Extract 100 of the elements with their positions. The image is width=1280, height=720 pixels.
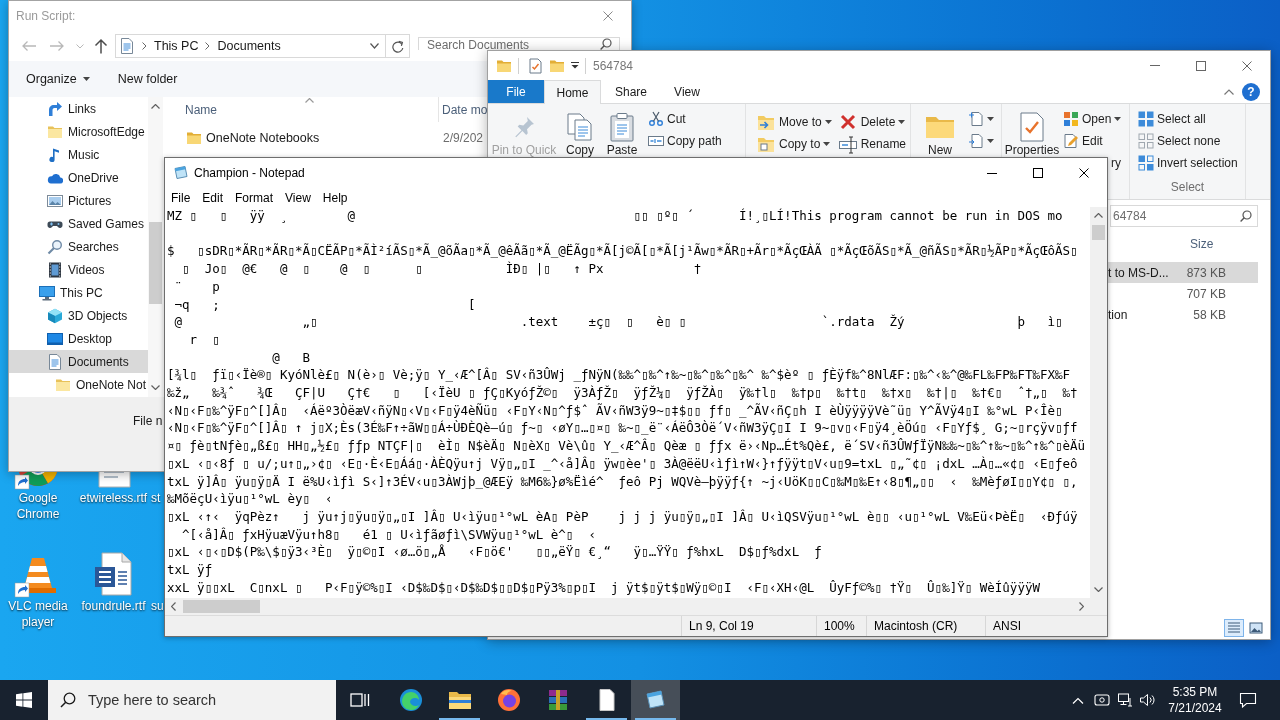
network-icon[interactable] xyxy=(1117,692,1133,708)
nav-item[interactable]: OneNote Not xyxy=(9,373,148,396)
text-cursor-icon xyxy=(837,134,858,154)
ribbon-button[interactable]: ry xyxy=(1111,152,1126,174)
caret-down-icon xyxy=(1114,117,1122,121)
column-header[interactable]: Size xyxy=(1190,234,1214,253)
file-name[interactable]: OneNote Notebooks xyxy=(206,128,320,148)
file-menu-button[interactable]: File xyxy=(488,80,544,103)
ribbon-tab[interactable]: View xyxy=(661,80,713,103)
text-area[interactable]: MZ ▯ ▯ ÿÿ ¸ @ ▯▯ ▯º▯ ´ Í!¸▯LÍ!This program cannot be run in DOS mo $ ▯sDR▯*ÃR▯*ÃR▯*Ã▯CËÃP▯*ÃÌ²íÃS▯*Ã_@õÃa▯*Ã_@êÃã▯*Ã_@ËÃg▯*Ã[j©Ã[▯*Ã[j¹Ãw▯*ÃR▯+Ãr▯*ÃçŒÀÃ ▯*ÃçŒõÃS▯*Ã_@ñÃS▯*ÃR▯½ÃP▯*ÃçŒôÃS▯ ▯ Jo▯ @€ @ ▯ @ ▯ ▯ ÌÐ▯ |▯ ↑ Px † ¨ p ¬q ; [ @ „▯ .text ±ç▯ ▯ è▯ ▯ `.rdata Žý þ ì▯ r ▯ @ B [¾l▯ ƒï▯‹Ïè®▯ KyóNlè£▯ N(è›▯ Vè;ÿ▯ Y_‹Æ^[Â▯ SV‹ñ3ÛWj _ƒNÿN(‰‰^▯‰^↑‰~▯‰^▯‰^▯‰^ ‰^$èº ▯ ƒÈÿf‰^8NlÆF:▯‰^‹‰^@‰FL‰FP‰FT‰FX‰F ‰ž„ ‰¾ˆ ¾Œ ÇF|U Ç†€ ▯ [‹ÏèU ▯ ƒÇ▯KyóƒŽ©▯ ÿ3ÀƒŽ▯ ÿƒŽ¼▯ ÿƒŽÀ▯ ÿ‰†l▯ ‰†p▯ ‰†t▯ ‰†x▯ ‰†|▯ ‰†€▯ ˆ†„▯ ‰† ‹N▯‹F▯‰^ÿF▯^[]Â▯ ‹Áëº3ÒëæV‹ñÿN▯‹V▯‹F▯ÿ4èÑü▯ ‹F▯Y‹N▯^ƒ$ˆ ÃV‹ñW3ÿ9~▯‡$▯▯ ƒf▯ _^ÃV‹ñÇ▯h I èÙÿÿÿÿVè˜ü▯ Y^ÃVÿ4▯I ‰°wL P‹Îè▯ ‹N▯‹F▯‰^ÿF▯^[]Â▯ ↑ j▯X;Ès(3É‰F↑÷ãW▯▯Á÷ÙÐÈQè–ú▯ ƒ~▯ ‹øY▯…▯¤▯ ‰~▯_ë¨‹ÁëÔ3Òë´V‹ñW3ÿÇ▯I I 9~▯v▯‹F▯ÿ4¸èÖú▯ ‹F▯Yƒ$¸ G;~▯rçÿv▯ƒf ¤▯ ƒè▯tNƒè▯„ß£▯ HH▯„½£▯ ƒƒp NTÇF|▯ èÌ▯ N$èÄ▯ N▯èX▯ Vè\û▯ Y_‹Æ^Â▯ Qèæ ▯ ƒƒx ë›‹Np…Ét%Qè£, ë´SV‹ñ3ÛWƒÏÿN‰‰~▯‰^↑‰~▯‰^↑‰^▯èÄü ▯xL ‹▯‹8ƒ ▯ u/;u↑▯„›¢▯ ‹E▯·È‹E▯Áá▯·ÀÈQÿu↑j Vÿ▯„▯I _^‹å]Â▯ ÿw▯èe'▯ 3À@ëëU‹ìƒì↑W‹}↑ƒÿÿt▯V‹u▯9=txL ▯„˜¢▯ ¡dxL …À▯…«¢▯ ‹E▯ƒeô txL ÿ]Â▯ ÿu▯ÿ▯Ä I ë%U‹ìƒì S‹]↑3ÉV‹u▯3ÀWjþ_@ÆEÿ ‰M6‰}ø%Ëìé^ ƒeô Pj WQVè–þÿÿƒ{↑ ~j‹UöK▯▯C▯‰M▯‰E↑‹8▯¶„▯▯ ‹ ‰MèƒøI▯▯Y¢▯ ▯, ‰MõëçU‹ìÿu▯¹°wL èy▯ ‹ ▯xL ‹↑‹ ÿqPèz↑ j ÿu↑j▯ÿu▯ÿ▯„▯I ]Â▯ U‹ìÿu▯¹°wL èA▯ PèP j j j ÿu▯ÿ▯„▯I ]Â▯ U‹ìQSVÿu▯¹°wL è▯▯ ‹u▯¹°wL V‰Eü‹ÞèË▯ ‹Ðƒúÿ ^[‹å]Â▯ ƒxHÿuæVÿu↑h8▯ é1 ▯ U‹ìƒãøƒì\SVWÿu▯¹°wL è^▯ ‹ ▯xL ‹▯‹▯D$(P‰\$▯ÿ3‹³È▯ ÿ▯©▯I ‹ø…ö▯„Å ‹F▯ö€' ▯▯„ëŸ▯ €¸“ ÿ▯…ŸŸ▯ ƒ%hxL D$▯ƒ%dxL ƒ txL ÿƒ xxL ÿ▯▯xL C▯nxL ▯ P‹F▯ÿ©%▯I ‹D$‰D$▯‹D$‰D$▯▯D$▯Pÿ3%▯p▯I j ÿt$▯ÿt$▯Wÿ▯©▯I ‹F▯‹XH‹@L ÛyFƒ©%▯ †Ÿ▯ Û▯‰]Ÿ▯ WèÍûÿÿÿW xyxy=(165,207,1090,598)
caret-down-icon[interactable] xyxy=(571,62,579,69)
menu-item[interactable]: Format xyxy=(229,188,280,207)
toolbar-button[interactable]: Organize xyxy=(20,66,96,92)
up-arrow-icon[interactable] xyxy=(94,38,108,54)
breadcrumb-item[interactable]: Documents xyxy=(217,36,281,56)
search-field[interactable]: 64784 xyxy=(1110,205,1258,227)
scrollbar-thumb[interactable] xyxy=(183,600,260,613)
ribbon-button[interactable]: Edit xyxy=(1063,130,1126,152)
webcam-icon[interactable] xyxy=(1094,693,1110,707)
checkered-grid-icon xyxy=(1138,155,1154,171)
ribbon-button[interactable]: Copy xyxy=(558,104,602,157)
ribbon-button[interactable]: Properties xyxy=(1004,104,1060,157)
clock-date[interactable]: 7/21/2024 xyxy=(1168,700,1222,716)
nav-item[interactable]: This PC xyxy=(9,281,148,304)
chevron-down-icon[interactable] xyxy=(370,43,379,49)
nav-item[interactable]: Videos xyxy=(9,258,148,281)
search-field[interactable]: Search Documents xyxy=(418,37,620,50)
taskbar-button[interactable] xyxy=(631,680,680,720)
status-field: Macintosh (CR) xyxy=(866,616,985,636)
caret-down-icon xyxy=(824,120,832,124)
scrollbar-thumb[interactable] xyxy=(149,222,162,304)
nav-item[interactable]: Saved Games xyxy=(9,212,148,235)
maximize-icon xyxy=(1196,60,1206,71)
nav-item[interactable]: Desktop xyxy=(9,327,148,350)
file-date: 2/9/202 xyxy=(442,130,484,147)
nav-item[interactable]: Documents xyxy=(9,350,148,373)
file-size: 873 KB xyxy=(1185,264,1226,282)
toolbar-button[interactable]: New folder xyxy=(111,66,184,92)
nav-item[interactable]: MicrosoftEdge xyxy=(9,120,148,143)
task-view-icon xyxy=(350,692,370,708)
chevron-up-icon[interactable] xyxy=(151,104,160,109)
ribbon-button[interactable]: Cut xyxy=(648,108,726,130)
ribbon-button[interactable]: Copy to xyxy=(756,133,836,155)
file-name: t to MS-D... xyxy=(1108,264,1170,282)
ribbon-button[interactable]: Delete xyxy=(837,111,911,133)
status-field: ANSI xyxy=(985,616,1107,636)
close-icon xyxy=(1242,60,1252,71)
menu-item[interactable]: View xyxy=(279,188,317,207)
document-icon xyxy=(119,38,135,54)
ribbon-button[interactable]: Select all xyxy=(1138,108,1242,130)
refresh-icon[interactable] xyxy=(391,39,404,53)
cube-icon xyxy=(47,307,63,324)
scrollbar-thumb[interactable] xyxy=(1092,225,1105,240)
breadcrumb-item[interactable]: This PC xyxy=(154,36,199,56)
view-button[interactable] xyxy=(1246,619,1266,637)
column-header[interactable]: Name xyxy=(185,100,217,119)
file-row[interactable]: 707 KB xyxy=(1108,283,1258,304)
nav-item[interactable]: Links xyxy=(9,97,148,120)
maximize-icon xyxy=(1033,168,1043,178)
ribbon-button[interactable]: Rename xyxy=(837,133,911,155)
chevron-left-icon[interactable] xyxy=(171,602,176,611)
notification-icon[interactable] xyxy=(1239,692,1257,708)
menu-item[interactable]: File xyxy=(165,188,197,207)
chevron-up-icon[interactable] xyxy=(1094,213,1103,218)
chevron-down-icon[interactable] xyxy=(151,385,160,390)
chevron-right-icon[interactable] xyxy=(1079,602,1084,611)
status-field: Ln 9, Col 19 xyxy=(681,616,816,636)
caret-down-icon xyxy=(898,120,906,124)
nav-item[interactable]: Pictures xyxy=(9,189,148,212)
ribbon-button[interactable]: Invert selection xyxy=(1138,152,1242,174)
search-field[interactable]: Type here to search xyxy=(48,680,336,720)
checklist-document-icon[interactable] xyxy=(527,57,543,74)
ribbon-button[interactable]: New xyxy=(913,104,967,157)
ribbon-tab[interactable]: Home xyxy=(544,80,601,104)
volume-icon[interactable] xyxy=(1139,692,1155,708)
chevron-down-icon[interactable] xyxy=(1094,587,1103,592)
ribbon-tab[interactable]: Share xyxy=(601,80,661,103)
help-button[interactable]: ? xyxy=(1242,82,1260,101)
address-bar[interactable]: This PC Documents xyxy=(115,34,410,58)
ribbon-button[interactable]: Open xyxy=(1063,108,1126,130)
ribbon-button[interactable]: Paste xyxy=(602,104,642,157)
caret-down-icon xyxy=(823,142,831,146)
nav-item[interactable]: Music xyxy=(9,143,148,166)
file-row[interactable]: tion 58 KB xyxy=(1108,304,1258,325)
nav-item[interactable]: Searches xyxy=(9,235,148,258)
file-row[interactable]: t to MS-D... 873 KB xyxy=(1108,262,1258,283)
menu-item[interactable]: Edit xyxy=(196,188,230,207)
ribbon-button[interactable]: Select none xyxy=(1138,130,1242,152)
folder-icon xyxy=(186,130,202,146)
ribbon-button[interactable]: Move to xyxy=(756,111,836,133)
search-icon xyxy=(600,38,612,50)
ribbon-button[interactable]: Copy path xyxy=(648,130,726,152)
monitor-icon xyxy=(39,284,55,301)
nav-item[interactable]: 3D Objects xyxy=(9,304,148,327)
menu-item[interactable]: Help xyxy=(316,188,354,207)
nav-item[interactable]: OneDrive xyxy=(9,166,148,189)
sort-caret-icon xyxy=(305,98,314,103)
clock-time[interactable]: 5:35 PM xyxy=(1172,684,1218,700)
large-icons-view-icon xyxy=(1248,620,1264,636)
column-header[interactable]: Date mo xyxy=(439,97,488,122)
